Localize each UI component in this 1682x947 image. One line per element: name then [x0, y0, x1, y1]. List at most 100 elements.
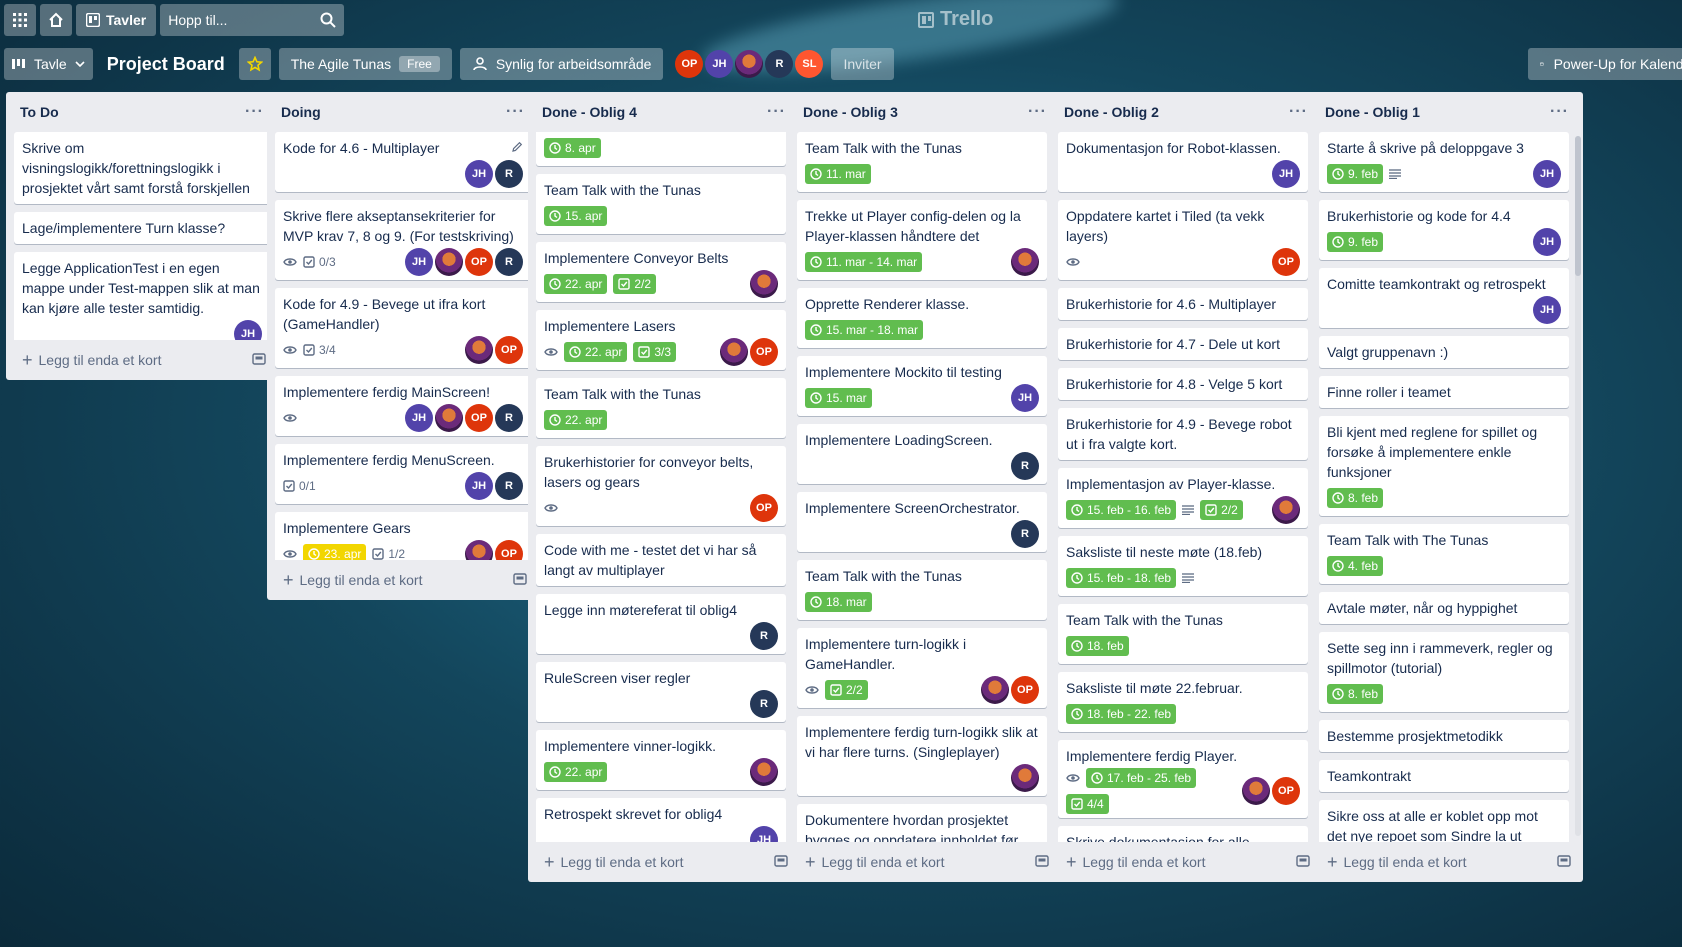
- due-date-badge[interactable]: 11. mar: [805, 164, 871, 184]
- card-template-icon[interactable]: [513, 572, 527, 588]
- due-date-badge[interactable]: 15. feb - 16. feb: [1066, 500, 1177, 520]
- card[interactable]: Implementere Gears 23. apr 1/2 OP: [275, 512, 531, 560]
- due-date-badge[interactable]: 22. apr: [544, 762, 608, 782]
- card[interactable]: Dokumentasjon for Robot-klassen. JH: [1058, 132, 1308, 192]
- card[interactable]: Implementere vinner-logikk. 22. apr: [536, 730, 786, 790]
- member-avatar-image[interactable]: [735, 50, 764, 78]
- card[interactable]: Skrive flere akseptansekriterier for MVP…: [275, 200, 531, 280]
- due-date-badge[interactable]: 8. apr: [544, 138, 601, 158]
- add-card-button[interactable]: + Legg til enda et kort: [528, 842, 800, 882]
- member-avatar-sl[interactable]: SL: [795, 50, 824, 78]
- add-card[interactable]: + Legg til enda et kort: [1327, 852, 1467, 873]
- member-avatar-op[interactable]: OP: [495, 336, 523, 364]
- card[interactable]: Saksliste til neste møte (18.feb) 15. feb…: [1058, 536, 1308, 596]
- card[interactable]: Sette seg inn i rammeverk, regler og spi…: [1319, 632, 1569, 712]
- member-avatar-r[interactable]: R: [495, 472, 523, 500]
- member-avatar-image[interactable]: [1242, 777, 1270, 805]
- card[interactable]: Brukerhistorie for 4.9 - Bevege robot ut…: [1058, 408, 1308, 460]
- member-avatar-r[interactable]: R: [750, 622, 778, 650]
- member-avatar-jh[interactable]: JH: [1272, 160, 1300, 188]
- card[interactable]: Sikre oss at alle er koblet opp mot det …: [1319, 800, 1569, 842]
- member-avatar-op[interactable]: OP: [1272, 248, 1300, 276]
- member-avatar-jh[interactable]: JH: [750, 826, 778, 842]
- add-card[interactable]: + Legg til enda et kort: [22, 350, 162, 371]
- due-date-badge[interactable]: 9. feb: [1327, 164, 1384, 184]
- list-menu-icon[interactable]: ···: [1550, 103, 1569, 121]
- list-title[interactable]: Done - Oblig 3: [803, 104, 898, 120]
- card[interactable]: Comitte teamkontrakt og retrospekt JH: [1319, 268, 1569, 328]
- add-card[interactable]: + Legg til enda et kort: [283, 570, 423, 591]
- boards-button[interactable]: Tavler: [76, 4, 157, 36]
- card[interactable]: Avtale møter, når og hyppighet: [1319, 592, 1569, 624]
- card[interactable]: Legge ApplicationTest i en egen mappe un…: [14, 252, 270, 340]
- list-menu-icon[interactable]: ···: [506, 103, 525, 121]
- card[interactable]: Bli kjent med reglene for spillet og for…: [1319, 416, 1569, 516]
- due-date-badge[interactable]: 17. feb - 25. feb: [1086, 768, 1197, 788]
- card[interactable]: Team Talk with the Tunas 15. apr: [536, 174, 786, 234]
- card[interactable]: Implementere ferdig turn-logikk slik at …: [797, 716, 1047, 796]
- member-avatar-jh[interactable]: JH: [1533, 296, 1561, 324]
- list-title[interactable]: Done - Oblig 4: [542, 104, 637, 120]
- search-input[interactable]: Hopp til...: [160, 4, 345, 36]
- member-avatar-op[interactable]: OP: [750, 338, 778, 366]
- card-template-icon[interactable]: [1557, 854, 1571, 870]
- member-avatar-jh[interactable]: JH: [405, 248, 433, 276]
- card[interactable]: Team Talk with the Tunas 18. mar: [797, 560, 1047, 620]
- due-date-badge[interactable]: 15. apr: [544, 206, 608, 226]
- list-scrollbar[interactable]: [1575, 136, 1581, 836]
- due-date-badge[interactable]: 18. mar: [805, 592, 872, 612]
- list-title[interactable]: To Do: [20, 104, 59, 120]
- member-avatar-op[interactable]: OP: [495, 540, 523, 560]
- add-card[interactable]: + Legg til enda et kort: [544, 852, 684, 873]
- due-date-badge[interactable]: 9. feb: [1327, 232, 1384, 252]
- add-card[interactable]: + Legg til enda et kort: [805, 852, 945, 873]
- due-date-badge[interactable]: 22. apr: [544, 410, 608, 430]
- edit-pencil-icon[interactable]: [511, 140, 523, 156]
- member-avatar-r[interactable]: R: [750, 690, 778, 718]
- card[interactable]: Brukerhistorier for conveyor belts, lase…: [536, 446, 786, 526]
- member-avatar-op[interactable]: OP: [1272, 777, 1300, 805]
- member-avatar-r[interactable]: R: [495, 404, 523, 432]
- team-button[interactable]: The Agile Tunas Free: [278, 48, 452, 80]
- member-avatar-image[interactable]: [465, 540, 493, 560]
- due-date-badge[interactable]: 22. apr: [544, 274, 608, 294]
- card[interactable]: Opprette Renderer klasse. 15. mar - 18. m…: [797, 288, 1047, 348]
- card-template-icon[interactable]: [252, 352, 266, 368]
- card[interactable]: Team Talk with the Tunas 11. mar: [797, 132, 1047, 192]
- card[interactable]: Brukerhistorie for 4.6 - Multiplayer: [1058, 288, 1308, 320]
- due-date-badge[interactable]: 18. feb - 22. feb: [1066, 704, 1177, 724]
- card[interactable]: Bestemme prosjektmetodikk: [1319, 720, 1569, 752]
- card[interactable]: Skrive om visningslogikk/forettningslogi…: [14, 132, 270, 204]
- member-avatar-jh[interactable]: JH: [234, 320, 262, 340]
- due-date-badge[interactable]: 15. mar: [805, 388, 872, 408]
- member-avatar-op[interactable]: OP: [675, 50, 704, 78]
- star-button[interactable]: [238, 48, 271, 80]
- member-avatar-jh[interactable]: JH: [1533, 160, 1561, 188]
- member-avatar-op[interactable]: OP: [750, 494, 778, 522]
- member-avatar-jh[interactable]: JH: [1533, 228, 1561, 256]
- member-avatar-image[interactable]: [1272, 496, 1300, 524]
- member-avatar-r[interactable]: R: [765, 50, 794, 78]
- card-template-icon[interactable]: [774, 854, 788, 870]
- card[interactable]: Implementere ferdig MainScreen! JH OP R: [275, 376, 531, 436]
- list-header[interactable]: To Do ···: [6, 92, 278, 132]
- card[interactable]: Implementere LoadingScreen. R: [797, 424, 1047, 484]
- list-header[interactable]: Done - Oblig 1 ···: [1311, 92, 1583, 132]
- member-avatar-image[interactable]: [435, 404, 463, 432]
- due-date-badge[interactable]: 8. feb: [1327, 684, 1384, 704]
- list-menu-icon[interactable]: ···: [767, 103, 786, 121]
- member-avatar-image[interactable]: [750, 758, 778, 786]
- home-button[interactable]: [40, 4, 72, 36]
- visibility-button[interactable]: Synlig for arbeidsområde: [459, 48, 664, 80]
- card[interactable]: Brukerhistorie for 4.8 - Velge 5 kort: [1058, 368, 1308, 400]
- member-avatar-jh[interactable]: JH: [465, 160, 493, 188]
- card[interactable]: Retrospekt skrevet for oblig4 JH: [536, 798, 786, 842]
- member-avatar-jh[interactable]: JH: [705, 50, 734, 78]
- card[interactable]: Team Talk with the Tunas 22. apr: [536, 378, 786, 438]
- member-avatar-op[interactable]: OP: [465, 404, 493, 432]
- member-avatar-r[interactable]: R: [1011, 452, 1039, 480]
- card[interactable]: Valgt gruppenavn :): [1319, 336, 1569, 368]
- card[interactable]: Oppdatere kartet i Tiled (ta vekk layers…: [1058, 200, 1308, 280]
- list-title[interactable]: Done - Oblig 2: [1064, 104, 1159, 120]
- card[interactable]: RuleScreen viser regler R: [536, 662, 786, 722]
